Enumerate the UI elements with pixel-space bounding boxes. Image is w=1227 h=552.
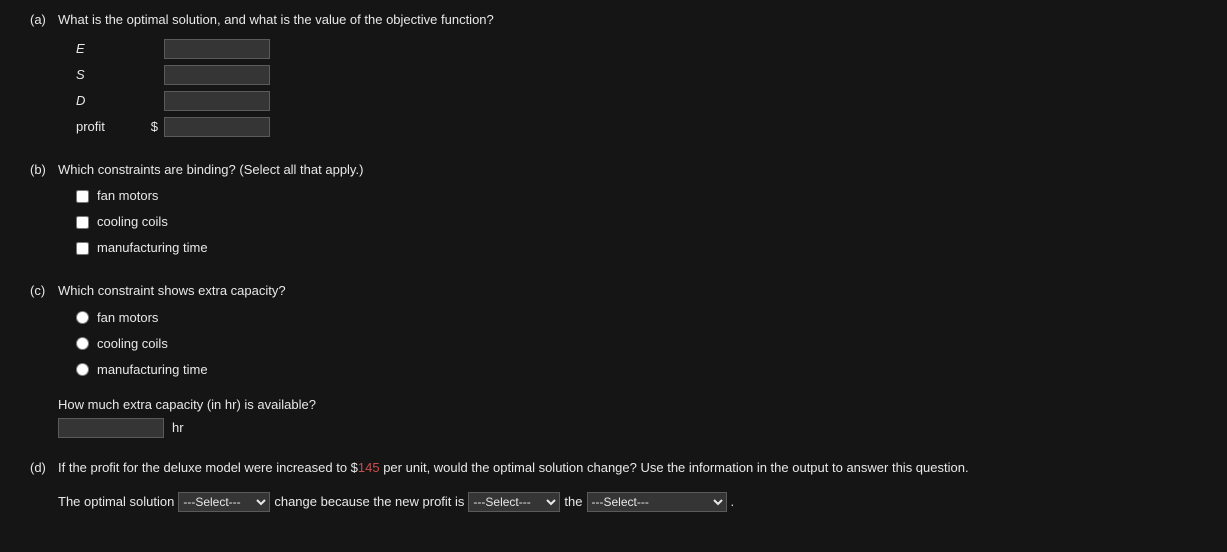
part-c-input-row: hr — [58, 418, 1197, 438]
radio-row-fan-motors: fan motors — [76, 305, 1197, 331]
checkbox-label-cooling-coils: cooling coils — [97, 212, 168, 232]
part-d-question-before: If the profit for the deluxe model were … — [58, 460, 358, 475]
checkbox-cooling-coils[interactable] — [76, 216, 89, 229]
part-c-options: fan motors cooling coils manufacturing t… — [76, 305, 1197, 383]
row-e: E — [76, 36, 1197, 62]
radio-manufacturing-time[interactable] — [76, 363, 89, 376]
row-profit: profit $ — [76, 114, 1197, 140]
part-a-body: What is the optimal solution, and what i… — [58, 10, 1197, 140]
select-change[interactable]: ---Select--- — [178, 492, 270, 512]
input-profit[interactable] — [164, 117, 270, 137]
part-b: (b) Which constraints are binding? (Sele… — [30, 160, 1197, 262]
checkbox-row-manufacturing-time: manufacturing time — [76, 235, 1197, 261]
row-d-label: D — [76, 91, 136, 111]
sentence-t4: . — [731, 492, 735, 512]
input-d[interactable] — [164, 91, 270, 111]
row-profit-label: profit — [76, 117, 136, 137]
radio-row-cooling-coils: cooling coils — [76, 331, 1197, 357]
part-d-body: If the profit for the deluxe model were … — [58, 458, 1197, 512]
select-comparison[interactable]: ---Select--- — [468, 492, 560, 512]
part-a-question: What is the optimal solution, and what i… — [58, 10, 1197, 30]
part-d-sentence: The optimal solution ---Select--- change… — [58, 492, 1197, 512]
part-a: (a) What is the optimal solution, and wh… — [30, 10, 1197, 140]
checkbox-row-cooling-coils: cooling coils — [76, 209, 1197, 235]
part-b-question: Which constraints are binding? (Select a… — [58, 160, 1197, 180]
part-a-grid: E S D profit $ — [76, 36, 1197, 140]
row-s-label: S — [76, 65, 136, 85]
radio-label-fan-motors: fan motors — [97, 308, 158, 328]
sentence-t3: the — [564, 492, 582, 512]
part-d-label: (d) — [30, 458, 58, 478]
part-d-question: If the profit for the deluxe model were … — [58, 458, 1197, 478]
part-c-body: Which constraint shows extra capacity? f… — [58, 281, 1197, 438]
part-b-label: (b) — [30, 160, 58, 180]
part-c: (c) Which constraint shows extra capacit… — [30, 281, 1197, 438]
select-bound[interactable]: ---Select--- — [587, 492, 727, 512]
row-d: D — [76, 88, 1197, 114]
part-b-body: Which constraints are binding? (Select a… — [58, 160, 1197, 262]
checkbox-label-manufacturing-time: manufacturing time — [97, 238, 208, 258]
unit-hr: hr — [172, 418, 184, 438]
part-d: (d) If the profit for the deluxe model w… — [30, 458, 1197, 512]
row-e-label: E — [76, 39, 136, 59]
radio-row-manufacturing-time: manufacturing time — [76, 357, 1197, 383]
checkbox-label-fan-motors: fan motors — [97, 186, 158, 206]
sentence-t2: change because the new profit is — [274, 492, 464, 512]
part-c-subquestion: How much extra capacity (in hr) is avail… — [58, 395, 1197, 415]
input-extra-capacity[interactable] — [58, 418, 164, 438]
checkbox-fan-motors[interactable] — [76, 190, 89, 203]
sentence-t1: The optimal solution — [58, 492, 174, 512]
price-value: 145 — [358, 460, 380, 475]
radio-fan-motors[interactable] — [76, 311, 89, 324]
checkbox-row-fan-motors: fan motors — [76, 183, 1197, 209]
row-profit-prefix: $ — [136, 117, 164, 137]
input-e[interactable] — [164, 39, 270, 59]
input-s[interactable] — [164, 65, 270, 85]
part-c-label: (c) — [30, 281, 58, 301]
part-d-question-after: per unit, would the optimal solution cha… — [380, 460, 969, 475]
checkbox-manufacturing-time[interactable] — [76, 242, 89, 255]
part-b-options: fan motors cooling coils manufacturing t… — [76, 183, 1197, 261]
radio-label-manufacturing-time: manufacturing time — [97, 360, 208, 380]
row-s: S — [76, 62, 1197, 88]
radio-cooling-coils[interactable] — [76, 337, 89, 350]
radio-label-cooling-coils: cooling coils — [97, 334, 168, 354]
part-a-label: (a) — [30, 10, 58, 30]
part-c-question: Which constraint shows extra capacity? — [58, 281, 1197, 301]
